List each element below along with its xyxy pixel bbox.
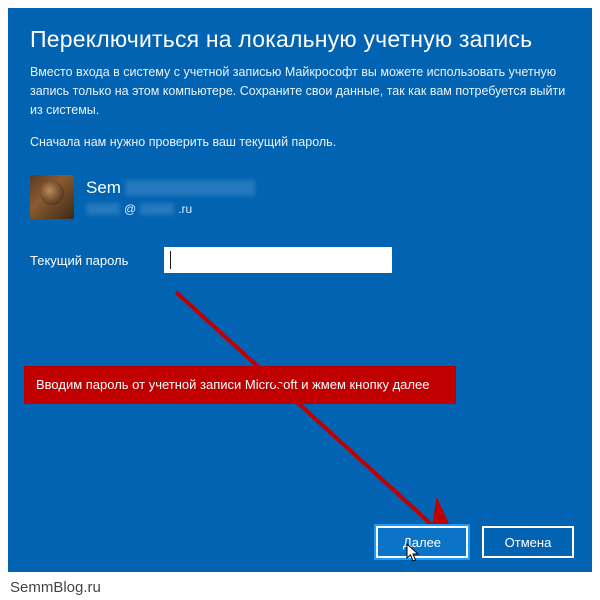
next-button[interactable]: Далее [376,526,468,558]
dialog-description-2: Сначала нам нужно проверить ваш текущий … [30,133,570,151]
arrow-annotation-icon [158,288,478,563]
text-caret [170,251,171,269]
watermark: SemmBlog.ru [10,579,101,596]
user-name-redacted [125,180,255,196]
instruction-annotation: Вводим пароль от учетной записи Microsof… [24,366,456,404]
user-email-suffix: .ru [178,202,192,216]
password-label: Текущий пароль [30,253,150,268]
dialog-panel: Переключиться на локальную учетную запис… [8,8,592,572]
password-input[interactable] [164,247,392,273]
cancel-button[interactable]: Отмена [482,526,574,558]
user-email-at: @ [124,202,136,216]
dialog-description-1: Вместо входа в систему с учетной записью… [30,63,570,119]
user-name-prefix: Sem [86,178,121,198]
user-email-redacted-2 [140,203,174,215]
user-info: Sem @ .ru [30,175,570,219]
button-bar: Далее Отмена [376,526,574,558]
avatar [30,175,74,219]
user-email-redacted-1 [86,203,120,215]
dialog-title: Переключиться на локальную учетную запис… [30,26,570,53]
